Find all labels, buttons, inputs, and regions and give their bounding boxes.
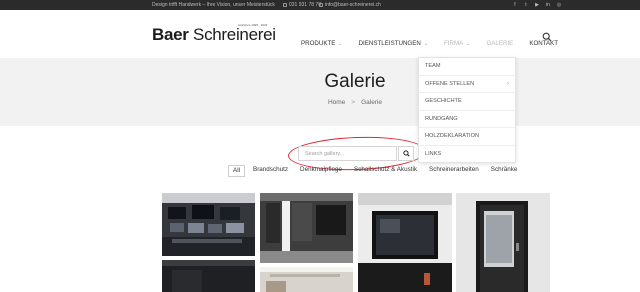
filter-schallschutz-akustik[interactable]: Schallschutz & Akustik xyxy=(351,165,420,177)
facebook-icon[interactable]: f xyxy=(512,2,518,8)
gallery-photo-control-room xyxy=(162,193,255,256)
logo-subtext: seit/since 1925 · 2023 xyxy=(238,23,268,27)
filter-schreinerarbeiten[interactable]: Schreinerarbeiten xyxy=(426,165,482,177)
phone-link[interactable]: 031 931 78 78 xyxy=(283,1,321,9)
breadcrumb-home[interactable]: Home xyxy=(328,99,345,106)
page-header-band: Galerie Home > Galerie xyxy=(0,58,640,126)
gallery-search-input[interactable] xyxy=(298,146,397,161)
chevron-down-icon: ⌄ xyxy=(338,41,343,47)
dropdown-item-rundgang[interactable]: RUNDGANG xyxy=(419,111,515,128)
search-icon xyxy=(403,150,410,157)
search-icon xyxy=(542,32,552,42)
chevron-right-icon: › xyxy=(507,80,509,87)
dropdown-item-geschichte[interactable]: GESCHICHTE xyxy=(419,93,515,111)
nav-item-produkte[interactable]: PRODUKTE ⌄ xyxy=(301,40,343,48)
gallery-image[interactable] xyxy=(260,193,353,263)
breadcrumb: Home > Galerie xyxy=(0,99,640,106)
gallery-image[interactable] xyxy=(260,267,353,292)
firma-dropdown-menu: TEAM OFFENE STELLEN › GESCHICHTE RUNDGANG… xyxy=(418,57,516,163)
filter-all[interactable]: All xyxy=(228,165,245,177)
gallery-image[interactable] xyxy=(456,193,550,292)
gallery-filters: All Brandschutz Denkmalpflege Schallschu… xyxy=(228,165,526,177)
top-bar: Design trifft Handwerk – Ihre Vision, un… xyxy=(0,0,640,10)
logo-text: Baer Schreinerei xyxy=(152,25,276,44)
gallery-photo-interior xyxy=(260,267,353,292)
gallery-image[interactable] xyxy=(358,193,452,292)
dropdown-item-holzdeklaration[interactable]: HOLZDEKLARATION xyxy=(419,128,515,146)
gallery-photo-window-wall xyxy=(358,193,452,292)
gallery-photo-acoustic-room xyxy=(260,193,353,263)
linkedin-icon[interactable]: in xyxy=(545,2,551,8)
nav-item-galerie[interactable]: GALERIE xyxy=(486,40,513,48)
instagram-icon[interactable]: ◎ xyxy=(556,2,562,8)
dropdown-item-offene-stellen[interactable]: OFFENE STELLEN › xyxy=(419,76,515,93)
header-search-button[interactable] xyxy=(542,29,552,42)
logo[interactable]: Baer Schreinerei seit/since 1925 · 2023 xyxy=(152,23,276,45)
email-icon xyxy=(319,2,323,7)
nav-item-dienstleistungen[interactable]: DIENSTLEISTUNGEN ⌄ xyxy=(359,40,428,48)
tagline: Design trifft Handwerk – Ihre Vision, un… xyxy=(152,2,275,8)
email-address: info@baer-schreinerei.ch xyxy=(325,2,381,8)
chevron-down-icon: ⌄ xyxy=(423,41,429,47)
gallery-photo-dark-room xyxy=(162,260,255,292)
twitter-icon[interactable]: t xyxy=(523,2,529,8)
gallery-photo-black-door xyxy=(456,193,550,292)
phone-number: 031 931 78 78 xyxy=(289,2,321,8)
filter-schraenke[interactable]: Schränke xyxy=(488,165,521,177)
gallery-image[interactable] xyxy=(162,193,255,256)
breadcrumb-current: Galerie xyxy=(361,99,383,106)
filter-denkmalpflege[interactable]: Denkmalpflege xyxy=(297,165,345,177)
filter-brandschutz[interactable]: Brandschutz xyxy=(250,165,291,177)
social-links: f t ▶ in ◎ xyxy=(512,2,562,8)
dropdown-item-links[interactable]: LINKS xyxy=(419,146,515,164)
dropdown-item-team[interactable]: TEAM xyxy=(419,58,515,76)
breadcrumb-separator: > xyxy=(351,99,356,106)
chevron-down-icon: ⌄ xyxy=(466,41,471,47)
phone-icon xyxy=(283,2,287,7)
gallery-search-button[interactable] xyxy=(398,146,414,161)
page-title: Galerie xyxy=(324,71,386,92)
youtube-icon[interactable]: ▶ xyxy=(534,2,540,8)
email-link[interactable]: info@baer-schreinerei.ch xyxy=(319,1,381,9)
gallery-image[interactable] xyxy=(162,260,255,292)
nav-item-firma[interactable]: FIRMA ⌄ xyxy=(444,40,470,48)
gallery-search xyxy=(298,146,415,161)
main-nav: PRODUKTE ⌄ DIENSTLEISTUNGEN ⌄ FIRMA ⌄ GALER… xyxy=(301,40,574,48)
